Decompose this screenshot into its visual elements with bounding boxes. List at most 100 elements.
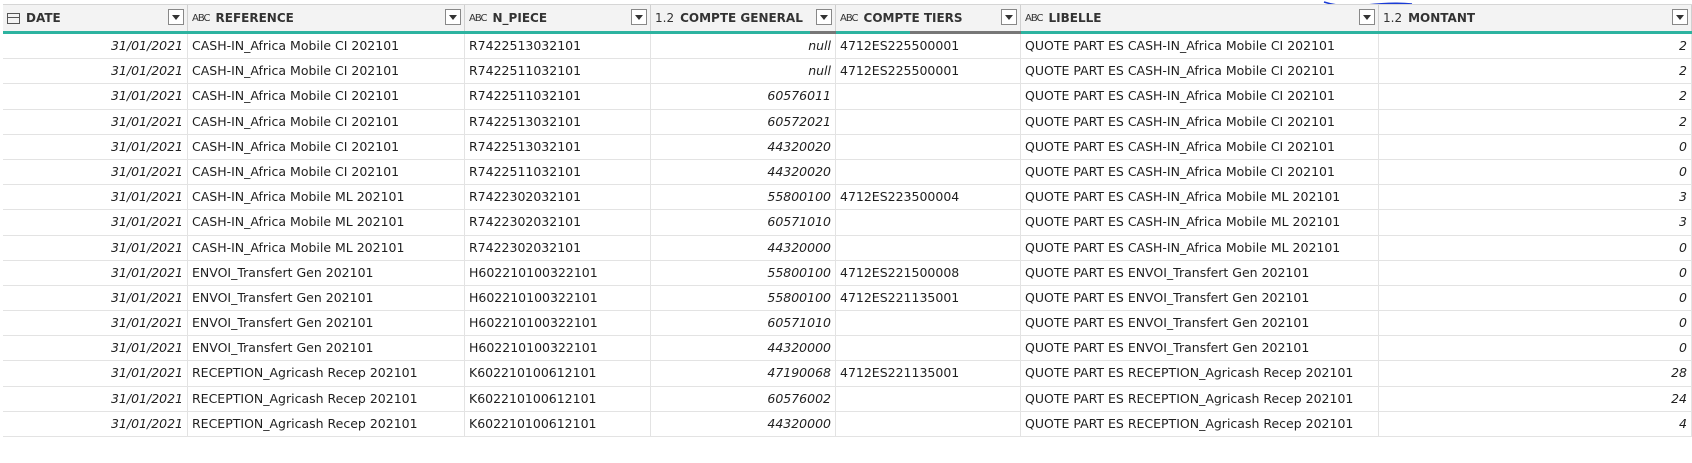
cell-compte-general[interactable]: 60576002	[651, 386, 836, 411]
cell-compte-tiers[interactable]: 4712ES221500008	[836, 260, 1021, 285]
cell-libelle[interactable]: QUOTE PART ES RECEPTION_Agricash Recep 2…	[1021, 411, 1379, 436]
cell-compte-general[interactable]: null	[651, 59, 836, 84]
cell-compte-tiers[interactable]: 4712ES221135001	[836, 361, 1021, 386]
cell-reference[interactable]: CASH-IN_Africa Mobile CI 202101	[188, 109, 465, 134]
cell-compte-general[interactable]: 55800100	[651, 185, 836, 210]
cell-date[interactable]: 31/01/2021	[3, 235, 188, 260]
cell-n-piece[interactable]: R7422302032101	[465, 235, 651, 260]
cell-libelle[interactable]: QUOTE PART ES CASH-IN_Africa Mobile ML 2…	[1021, 185, 1379, 210]
cell-date[interactable]: 31/01/2021	[3, 84, 188, 109]
cell-n-piece[interactable]: R7422511032101	[465, 59, 651, 84]
cell-montant[interactable]: 0	[1379, 260, 1692, 285]
cell-compte-tiers[interactable]: 4712ES223500004	[836, 185, 1021, 210]
cell-compte-tiers[interactable]	[836, 109, 1021, 134]
cell-libelle[interactable]: QUOTE PART ES RECEPTION_Agricash Recep 2…	[1021, 386, 1379, 411]
filter-dropdown-button[interactable]	[1672, 9, 1688, 25]
filter-dropdown-button[interactable]	[816, 9, 832, 25]
filter-dropdown-button[interactable]	[168, 9, 184, 25]
cell-date[interactable]: 31/01/2021	[3, 411, 188, 436]
cell-reference[interactable]: ENVOI_Transfert Gen 202101	[188, 311, 465, 336]
cell-reference[interactable]: CASH-IN_Africa Mobile ML 202101	[188, 210, 465, 235]
cell-compte-general[interactable]: 44320020	[651, 134, 836, 159]
cell-n-piece[interactable]: H602210100322101	[465, 336, 651, 361]
cell-date[interactable]: 31/01/2021	[3, 336, 188, 361]
cell-compte-general[interactable]: 55800100	[651, 285, 836, 311]
cell-compte-tiers[interactable]: 4712ES221135001	[836, 285, 1021, 311]
cell-n-piece[interactable]: K602210100612101	[465, 386, 651, 411]
cell-libelle[interactable]: QUOTE PART ES ENVOI_Transfert Gen 202101	[1021, 260, 1379, 285]
cell-reference[interactable]: ENVOI_Transfert Gen 202101	[188, 336, 465, 361]
cell-n-piece[interactable]: K602210100612101	[465, 411, 651, 436]
cell-libelle[interactable]: QUOTE PART ES ENVOI_Transfert Gen 202101	[1021, 336, 1379, 361]
cell-compte-tiers[interactable]: 4712ES225500001	[836, 59, 1021, 84]
cell-compte-general[interactable]: 55800100	[651, 260, 836, 285]
cell-compte-general[interactable]: null	[651, 34, 836, 59]
cell-compte-general[interactable]: 44320000	[651, 411, 836, 436]
cell-compte-tiers[interactable]	[836, 235, 1021, 260]
cell-compte-general[interactable]: 44320000	[651, 336, 836, 361]
cell-n-piece[interactable]: R7422302032101	[465, 210, 651, 235]
cell-libelle[interactable]: QUOTE PART ES CASH-IN_Africa Mobile CI 2…	[1021, 59, 1379, 84]
cell-compte-general[interactable]: 60571010	[651, 311, 836, 336]
cell-libelle[interactable]: QUOTE PART ES ENVOI_Transfert Gen 202101	[1021, 285, 1379, 311]
cell-compte-tiers[interactable]	[836, 311, 1021, 336]
cell-libelle[interactable]: QUOTE PART ES CASH-IN_Africa Mobile CI 2…	[1021, 34, 1379, 59]
cell-montant[interactable]: 24	[1379, 386, 1692, 411]
filter-dropdown-button[interactable]	[1359, 9, 1375, 25]
cell-libelle[interactable]: QUOTE PART ES CASH-IN_Africa Mobile CI 2…	[1021, 109, 1379, 134]
cell-date[interactable]: 31/01/2021	[3, 210, 188, 235]
cell-reference[interactable]: CASH-IN_Africa Mobile CI 202101	[188, 159, 465, 185]
column-header-libelle[interactable]: ABC LIBELLE	[1021, 5, 1379, 31]
cell-compte-general[interactable]: 44320000	[651, 235, 836, 260]
cell-montant[interactable]: 2	[1379, 34, 1692, 59]
cell-compte-tiers[interactable]: 4712ES225500001	[836, 34, 1021, 59]
cell-date[interactable]: 31/01/2021	[3, 109, 188, 134]
cell-montant[interactable]: 2	[1379, 109, 1692, 134]
cell-n-piece[interactable]: R7422511032101	[465, 84, 651, 109]
cell-n-piece[interactable]: R7422513032101	[465, 34, 651, 59]
cell-n-piece[interactable]: H602210100322101	[465, 311, 651, 336]
cell-montant[interactable]: 2	[1379, 59, 1692, 84]
cell-montant[interactable]: 2	[1379, 84, 1692, 109]
cell-montant[interactable]: 0	[1379, 285, 1692, 311]
filter-dropdown-button[interactable]	[631, 9, 647, 25]
cell-reference[interactable]: CASH-IN_Africa Mobile CI 202101	[188, 84, 465, 109]
cell-date[interactable]: 31/01/2021	[3, 185, 188, 210]
cell-reference[interactable]: CASH-IN_Africa Mobile ML 202101	[188, 235, 465, 260]
cell-date[interactable]: 31/01/2021	[3, 386, 188, 411]
column-header-compte-tiers[interactable]: ABC COMPTE TIERS	[836, 5, 1021, 31]
cell-compte-tiers[interactable]	[836, 411, 1021, 436]
cell-compte-tiers[interactable]	[836, 210, 1021, 235]
cell-date[interactable]: 31/01/2021	[3, 134, 188, 159]
cell-montant[interactable]: 0	[1379, 311, 1692, 336]
cell-reference[interactable]: ENVOI_Transfert Gen 202101	[188, 285, 465, 311]
cell-n-piece[interactable]: H602210100322101	[465, 260, 651, 285]
cell-date[interactable]: 31/01/2021	[3, 34, 188, 59]
cell-date[interactable]: 31/01/2021	[3, 311, 188, 336]
cell-reference[interactable]: ENVOI_Transfert Gen 202101	[188, 260, 465, 285]
column-header-n-piece[interactable]: ABC N_PIECE	[465, 5, 651, 31]
cell-date[interactable]: 31/01/2021	[3, 260, 188, 285]
cell-reference[interactable]: CASH-IN_Africa Mobile CI 202101	[188, 134, 465, 159]
cell-date[interactable]: 31/01/2021	[3, 285, 188, 311]
cell-compte-general[interactable]: 60572021	[651, 109, 836, 134]
cell-montant[interactable]: 0	[1379, 159, 1692, 185]
cell-montant[interactable]: 0	[1379, 336, 1692, 361]
cell-n-piece[interactable]: H602210100322101	[465, 285, 651, 311]
cell-libelle[interactable]: QUOTE PART ES CASH-IN_Africa Mobile CI 2…	[1021, 134, 1379, 159]
cell-compte-general[interactable]: 47190068	[651, 361, 836, 386]
cell-reference[interactable]: CASH-IN_Africa Mobile CI 202101	[188, 34, 465, 59]
cell-montant[interactable]: 3	[1379, 185, 1692, 210]
cell-reference[interactable]: CASH-IN_Africa Mobile ML 202101	[188, 185, 465, 210]
cell-libelle[interactable]: QUOTE PART ES CASH-IN_Africa Mobile CI 2…	[1021, 84, 1379, 109]
cell-compte-general[interactable]: 44320020	[651, 159, 836, 185]
cell-montant[interactable]: 3	[1379, 210, 1692, 235]
cell-compte-general[interactable]: 60571010	[651, 210, 836, 235]
cell-compte-tiers[interactable]	[836, 386, 1021, 411]
cell-n-piece[interactable]: K602210100612101	[465, 361, 651, 386]
filter-dropdown-button[interactable]	[1001, 9, 1017, 25]
cell-n-piece[interactable]: R7422513032101	[465, 134, 651, 159]
cell-libelle[interactable]: QUOTE PART ES CASH-IN_Africa Mobile ML 2…	[1021, 210, 1379, 235]
cell-n-piece[interactable]: R7422302032101	[465, 185, 651, 210]
cell-compte-general[interactable]: 60576011	[651, 84, 836, 109]
